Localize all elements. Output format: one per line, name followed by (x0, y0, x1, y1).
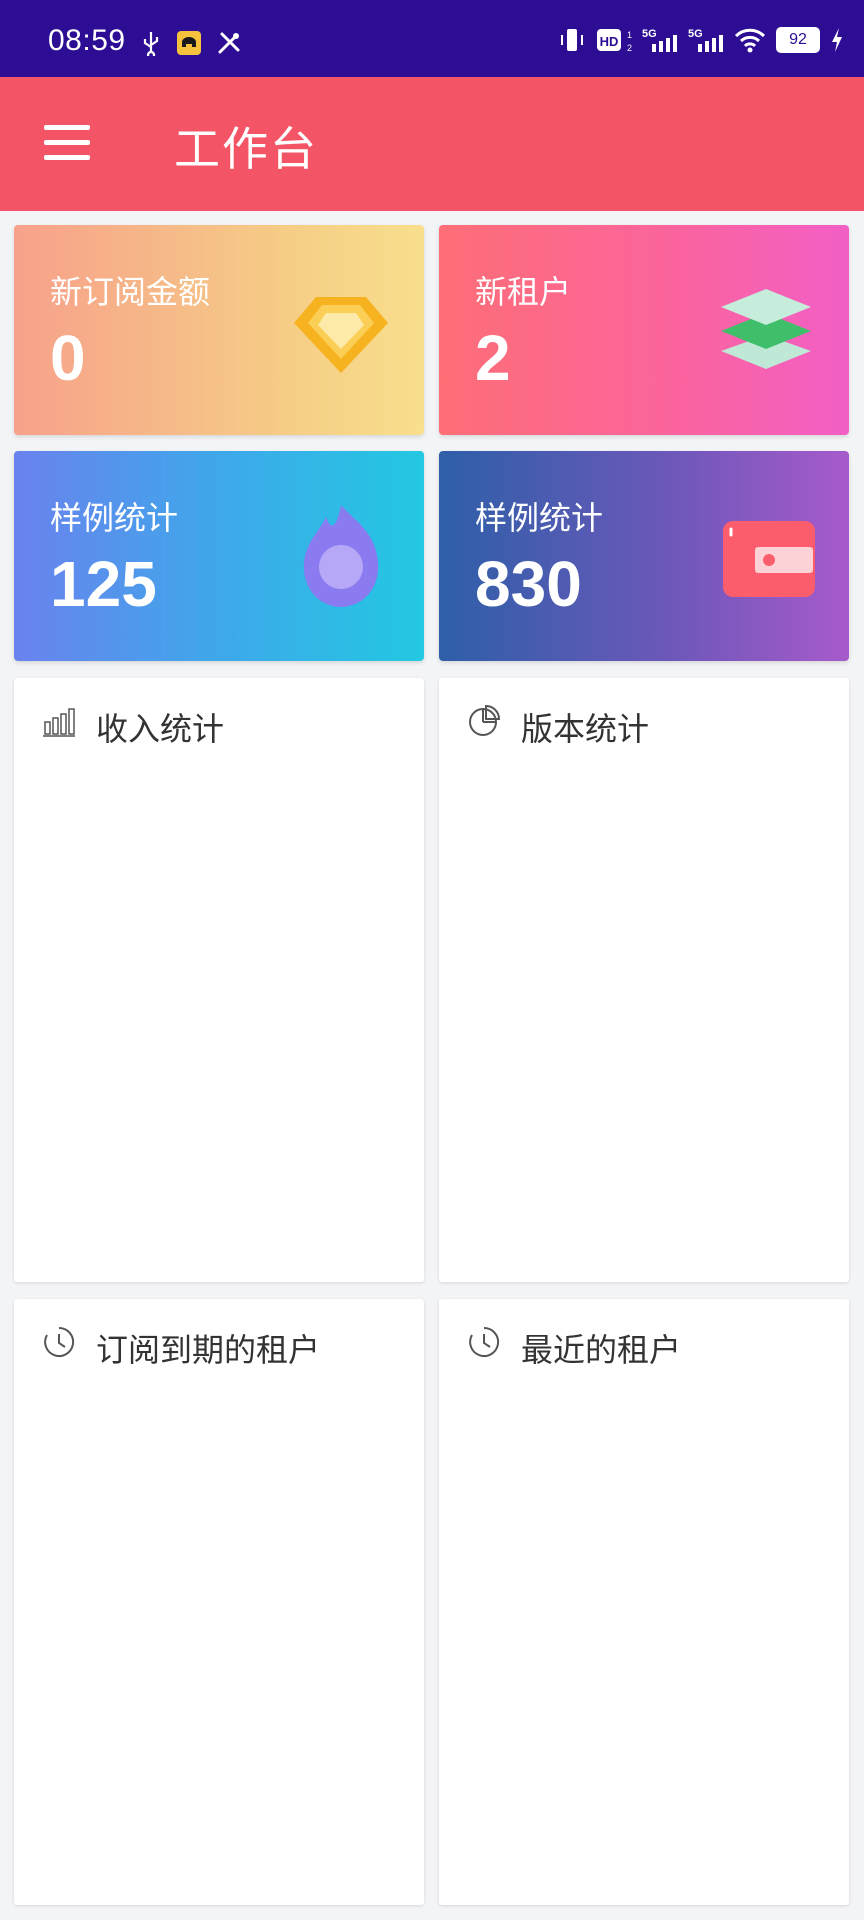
tools-icon (218, 32, 240, 54)
stat-label: 样例统计 (50, 499, 179, 537)
panel-expiring-tenants: 订阅到期的租户 (14, 1299, 424, 1905)
fire-icon (303, 505, 379, 607)
stat-card-sample-stats-1[interactable]: 样例统计 125 (14, 451, 424, 661)
svg-text:HD: HD (600, 34, 619, 49)
diamond-icon (294, 297, 388, 373)
menu-button[interactable] (44, 125, 90, 163)
bar-chart-icon (43, 708, 75, 737)
svg-text:2: 2 (627, 43, 632, 53)
signal-5g-icon: 5G (642, 28, 677, 52)
menu-icon (44, 125, 90, 130)
layers-icon (721, 289, 811, 369)
svg-text:5G: 5G (642, 28, 657, 40)
panel-title: 订阅到期的租户 (96, 1331, 321, 1369)
svg-text:1: 1 (627, 30, 632, 40)
status-bar: 08:59 HD 1 2 5G 5G 92 (0, 0, 864, 77)
panel-title: 版本统计 (521, 710, 650, 748)
stat-value: 0 (50, 322, 86, 394)
pie-chart-icon (469, 704, 501, 736)
status-time: 08:59 (48, 24, 126, 57)
panel-recent-tenants: 最近的租户 (439, 1299, 849, 1905)
stat-label: 新租户 (475, 273, 572, 311)
usb-icon (143, 32, 159, 56)
stat-card-new-tenants[interactable]: 新租户 2 (439, 225, 849, 435)
battery-icon: 92 (776, 27, 820, 53)
panel-income-stats: 收入统计 (14, 678, 424, 1282)
hd-icon: HD 1 2 (597, 29, 632, 53)
car-app-icon (177, 31, 201, 55)
signal-5g-icon: 5G (688, 28, 723, 52)
wifi-icon (734, 28, 766, 53)
vibrate-icon (561, 29, 583, 51)
stat-value: 2 (475, 322, 511, 394)
stat-card-new-subscription-amount[interactable]: 新订阅金额 0 (14, 225, 424, 435)
svg-text:5G: 5G (688, 28, 703, 40)
page-title: 工作台 (174, 122, 318, 176)
clock-icon (469, 1326, 500, 1357)
stat-label: 新订阅金额 (50, 273, 211, 311)
stat-label: 样例统计 (475, 499, 604, 537)
panel-title: 收入统计 (96, 710, 225, 748)
charging-icon (832, 28, 842, 52)
stat-value: 830 (475, 548, 582, 620)
panel-version-stats: 版本统计 (439, 678, 849, 1282)
stat-value: 125 (50, 548, 157, 620)
panel-title: 最近的租户 (521, 1331, 682, 1369)
clock-icon (44, 1326, 75, 1357)
wallet-icon (723, 521, 815, 597)
stat-card-sample-stats-2[interactable]: 样例统计 830 (439, 451, 849, 661)
app-bar: 工作台 (0, 77, 864, 211)
